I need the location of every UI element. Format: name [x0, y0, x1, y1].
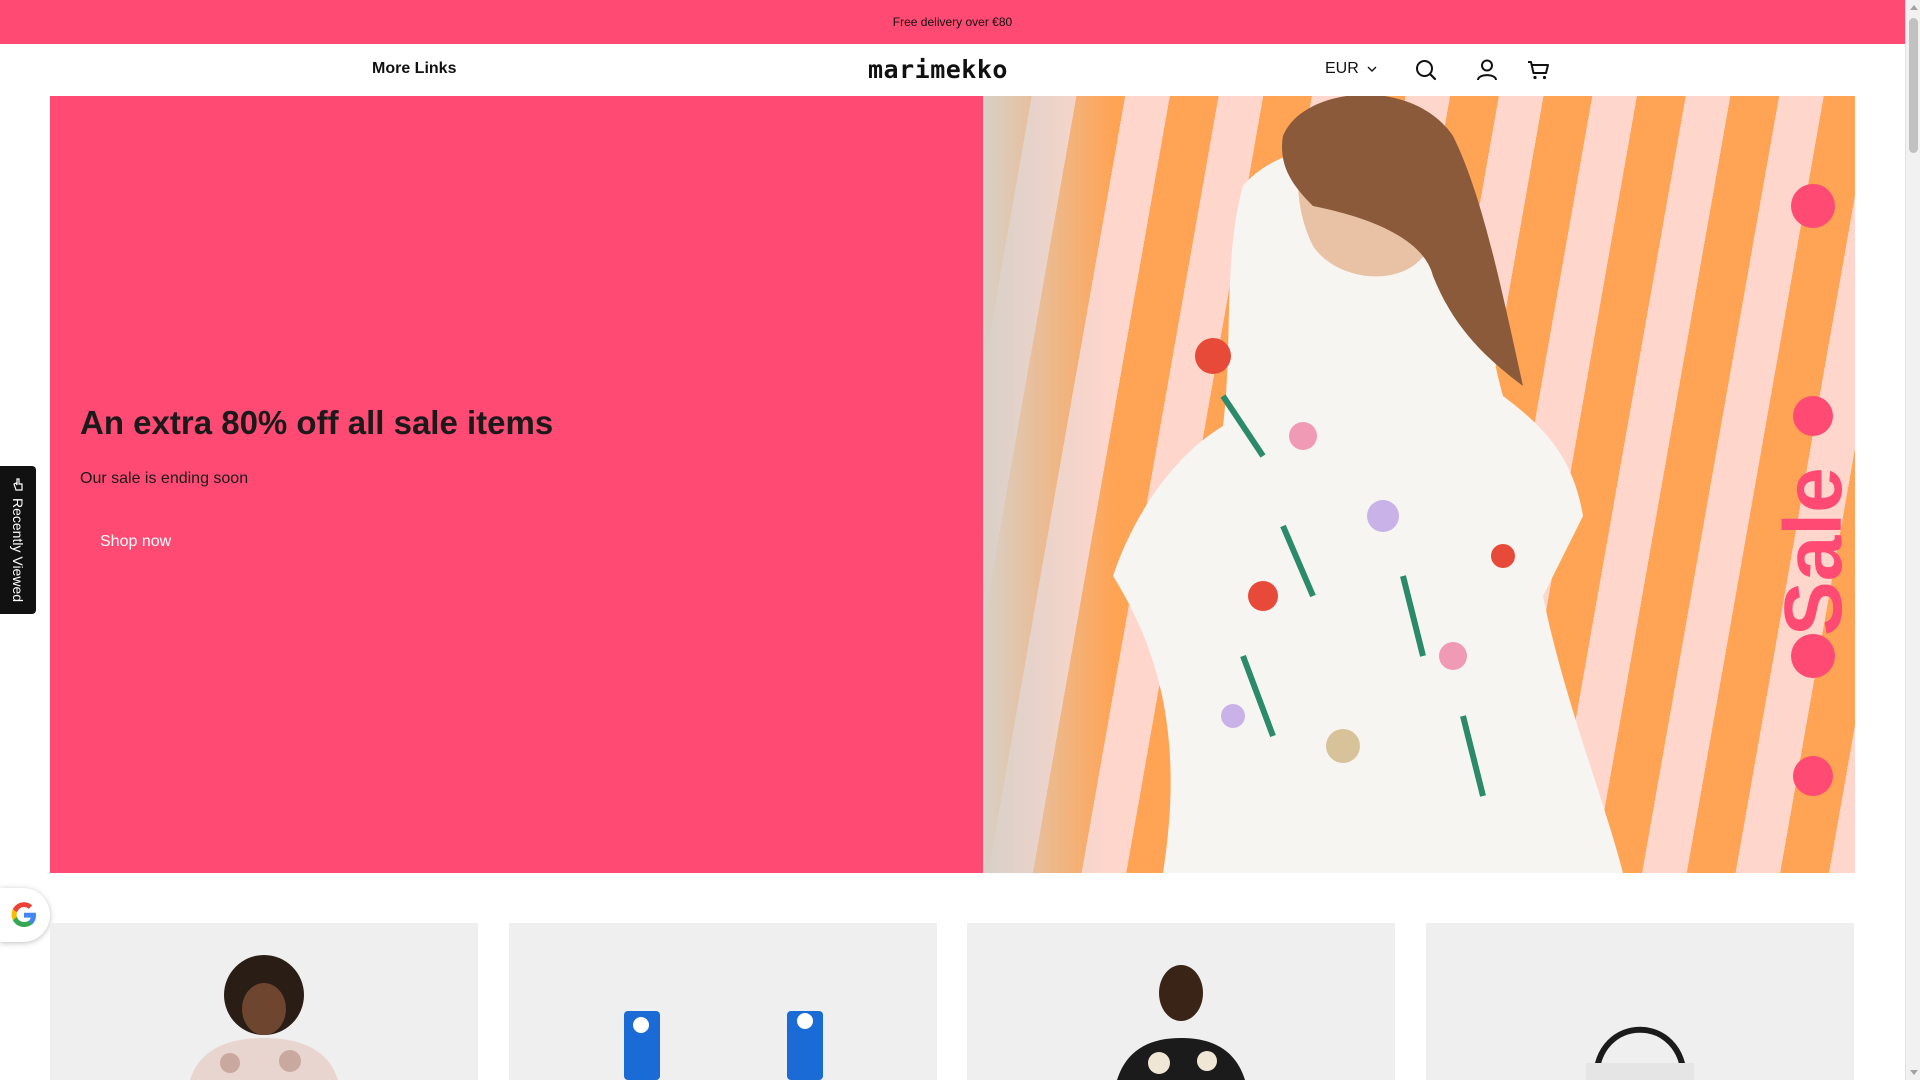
hero-subtitle: Our sale is ending soon — [80, 470, 249, 487]
account-icon[interactable] — [1474, 57, 1500, 83]
product-image — [1117, 965, 1245, 1080]
product-card[interactable] — [967, 923, 1395, 1080]
currency-label: EUR — [1325, 60, 1359, 77]
currency-selector[interactable]: EUR — [1325, 60, 1377, 78]
product-image — [190, 955, 338, 1080]
hero-title: An extra 80% off all sale items — [80, 404, 554, 441]
scrollbar-thumb[interactable] — [1909, 18, 1918, 153]
hero-sale-text: Sale — [1768, 467, 1855, 636]
product-card[interactable] — [1426, 923, 1854, 1080]
product-grid — [50, 923, 1855, 1080]
chevron-down-icon — [1367, 60, 1377, 78]
product-card[interactable] — [50, 923, 478, 1080]
cart-icon[interactable] — [1526, 57, 1552, 83]
hero-text-panel: An extra 80% off all sale items Our sale… — [50, 96, 983, 873]
more-links-menu[interactable]: More Links — [372, 60, 456, 78]
site-header: More Links marimekko EUR — [0, 44, 1905, 96]
scroll-up-arrow[interactable] — [1910, 5, 1918, 10]
page: Free delivery over €80 More Links marime… — [0, 0, 1920, 1080]
announcement-text: Free delivery over €80 — [892, 15, 1013, 29]
hero-image: Sale — [983, 96, 1855, 873]
hero-illustration: Sale — [1113, 96, 1855, 873]
hero-banner: An extra 80% off all sale items Our sale… — [50, 96, 1855, 873]
product-image — [624, 1011, 823, 1080]
product-card[interactable] — [509, 923, 937, 1080]
search-icon[interactable] — [1413, 57, 1439, 83]
google-reviews-badge[interactable] — [0, 888, 50, 942]
scroll-down-arrow[interactable] — [1910, 1070, 1918, 1075]
hand-pointer-icon — [13, 478, 23, 491]
recently-viewed-tab[interactable]: Recently Viewed — [0, 466, 36, 614]
brand-logo[interactable]: marimekko — [868, 55, 1008, 84]
product-image — [1586, 1026, 1694, 1080]
recently-viewed-label: Recently Viewed — [10, 498, 26, 603]
shop-now-button[interactable]: Shop now — [80, 516, 191, 568]
announcement-bar: Free delivery over €80 — [0, 0, 1905, 44]
page-scrollbar[interactable] — [1905, 0, 1920, 1080]
google-logo-icon — [11, 902, 36, 927]
